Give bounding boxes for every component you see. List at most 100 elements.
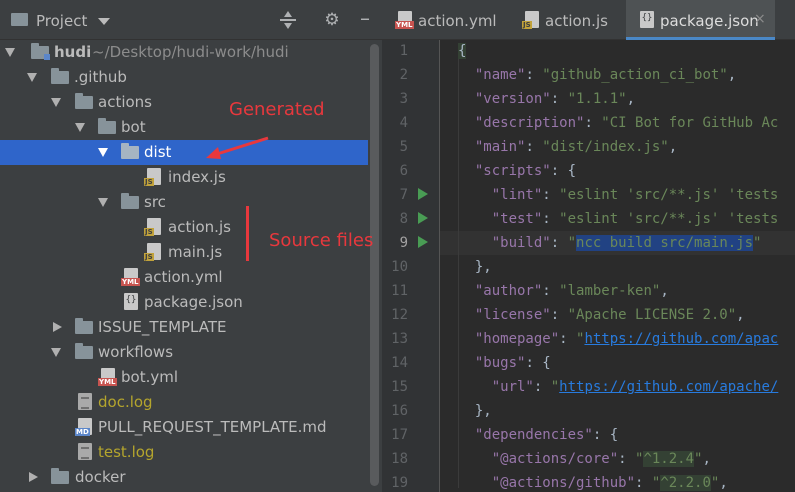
code-line-2: "name": "github_action_ci_bot", [474, 67, 737, 83]
chevron-right-icon[interactable] [29, 472, 38, 482]
annotation-source-files: Source files [269, 230, 374, 251]
tab-package-json[interactable]: package.json × [626, 0, 775, 40]
tree-item-label: bot [121, 118, 146, 136]
tree-item-github[interactable]: .github [0, 65, 368, 90]
tab-action-js[interactable]: JS action.js [509, 0, 626, 39]
chevron-down-icon[interactable] [51, 98, 61, 107]
code-line-1: { [458, 43, 467, 59]
code-line-7: "lint": "eslint 'src/**.js' 'tests [491, 187, 779, 203]
project-path: ~/Desktop/hudi-work/hudi [92, 43, 289, 61]
code-line-15: "url": "https://github.com/apache/ [491, 379, 779, 395]
project-pane-title[interactable]: Project [36, 12, 87, 30]
line-number: 9 [399, 235, 408, 251]
folder-icon [121, 143, 139, 159]
folder-icon [75, 318, 93, 334]
code-line-19: "@actions/github": "^2.2.0", [491, 475, 728, 491]
tree-item-issue-template[interactable]: ISSUE_TEMPLATE [0, 315, 368, 340]
tree-item-workflows[interactable]: workflows [0, 340, 368, 365]
chevron-down-icon[interactable] [98, 198, 108, 207]
tree-item-label: action.js [168, 218, 231, 236]
js-file-icon: JS [522, 11, 539, 29]
line-number: 5 [399, 139, 408, 155]
code-line-4: "description": "CI Bot for GitHub Ac [474, 115, 779, 131]
gear-icon[interactable]: ⚙ [321, 9, 343, 31]
chevron-down-icon[interactable] [27, 73, 37, 82]
chevron-down-icon[interactable] [98, 18, 110, 25]
tab-action-yml[interactable]: YML action.yml [382, 0, 509, 39]
code-line-18: "@actions/core": "^1.2.4", [491, 451, 711, 467]
project-pane-header: Project ⚙ – [0, 0, 382, 40]
line-number: 15 [391, 379, 408, 395]
tree-item-src[interactable]: src [0, 190, 368, 215]
folder-icon [121, 193, 139, 209]
run-script-icon[interactable] [418, 212, 428, 224]
tree-item-label: dist [144, 143, 172, 161]
tree-item-label: doc.log [98, 393, 153, 411]
yml-file-icon: YML [395, 11, 414, 29]
tree-item-label: actions [98, 93, 152, 111]
tree-item-action-yml[interactable]: YML action.yml [0, 265, 368, 290]
line-number: 4 [399, 115, 408, 131]
hide-icon[interactable]: – [354, 7, 376, 29]
line-number: 11 [391, 283, 408, 299]
js-file-icon: JS [144, 218, 161, 236]
project-scrollbar[interactable] [368, 40, 382, 492]
tree-item-dist[interactable]: dist [0, 140, 368, 165]
tree-item-doc-log[interactable]: doc.log [0, 390, 368, 415]
tree-item-index-js[interactable]: JS index.js [0, 165, 368, 190]
line-number: 6 [399, 163, 408, 179]
tree-item-label: package.json [144, 293, 243, 311]
code-line-12: "license": "Apache LICENSE 2.0", [474, 307, 745, 323]
json-file-icon [640, 11, 654, 28]
line-number: 7 [399, 187, 408, 203]
tab-label: action.js [545, 12, 608, 30]
tree-item-label: docker [75, 468, 126, 486]
code-editor[interactable]: { "name": "github_action_ci_bot", "versi… [440, 40, 795, 492]
chevron-down-icon[interactable] [51, 348, 61, 357]
chevron-down-icon[interactable] [75, 123, 85, 132]
tree-item-label: .github [74, 68, 127, 86]
code-line-14: "bugs": { [474, 355, 551, 371]
code-line-6: "scripts": { [474, 163, 577, 179]
code-line-5: "main": "dist/index.js", [474, 139, 678, 155]
folder-icon [75, 343, 93, 359]
folder-icon [98, 118, 116, 134]
chevron-down-icon[interactable] [5, 48, 15, 57]
collapse-all-icon[interactable] [280, 11, 296, 29]
markdown-file-icon: MD [75, 418, 92, 436]
line-number: 13 [391, 331, 408, 347]
editor-tab-bar: YML action.yml JS action.js package.json… [382, 0, 795, 40]
tree-item-test-log[interactable]: test.log [0, 440, 368, 465]
tree-item-label: action.yml [144, 268, 223, 286]
run-script-icon[interactable] [418, 188, 428, 200]
tree-item-hudi[interactable]: hudi ~/Desktop/hudi-work/hudi [0, 40, 368, 65]
tree-item-label: index.js [168, 168, 226, 186]
annotation-generated: Generated [229, 99, 325, 120]
close-icon[interactable]: × [754, 11, 766, 27]
tree-item-pull-request-template[interactable]: MD PULL_REQUEST_TEMPLATE.md [0, 415, 368, 440]
tree-item-label: hudi [54, 43, 92, 61]
log-file-icon [78, 443, 92, 460]
tree-item-package-json[interactable]: package.json [0, 290, 368, 315]
chevron-down-icon[interactable] [98, 148, 108, 157]
run-script-icon[interactable] [418, 236, 428, 248]
line-number: 1 [399, 43, 408, 59]
code-line-13: "homepage": "https://github.com/apac [474, 331, 779, 347]
code-line-8: "test": "eslint 'src/**.js' 'tests [491, 211, 779, 227]
yml-file-icon: YML [121, 268, 140, 286]
code-line-9: "build": "ncc build src/main.js" [491, 235, 762, 251]
chevron-right-icon[interactable] [53, 322, 62, 332]
module-folder-icon [31, 43, 50, 60]
tree-item-bot-yml[interactable]: YML bot.yml [0, 365, 368, 390]
tree-item-label: src [144, 193, 166, 211]
line-number: 12 [391, 307, 408, 323]
yml-file-icon: YML [98, 368, 117, 386]
tree-item-docker[interactable]: docker [0, 465, 368, 490]
project-pane: Project ⚙ – hudi ~/Desktop/hudi-work/hud… [0, 0, 382, 492]
tab-label: package.json [660, 12, 759, 30]
scroll-thumb[interactable] [370, 44, 379, 486]
line-number: 16 [391, 403, 408, 419]
tree-item-label: bot.yml [121, 368, 179, 386]
line-number: 14 [391, 355, 408, 371]
editor-pane: YML action.yml JS action.js package.json… [382, 0, 795, 492]
